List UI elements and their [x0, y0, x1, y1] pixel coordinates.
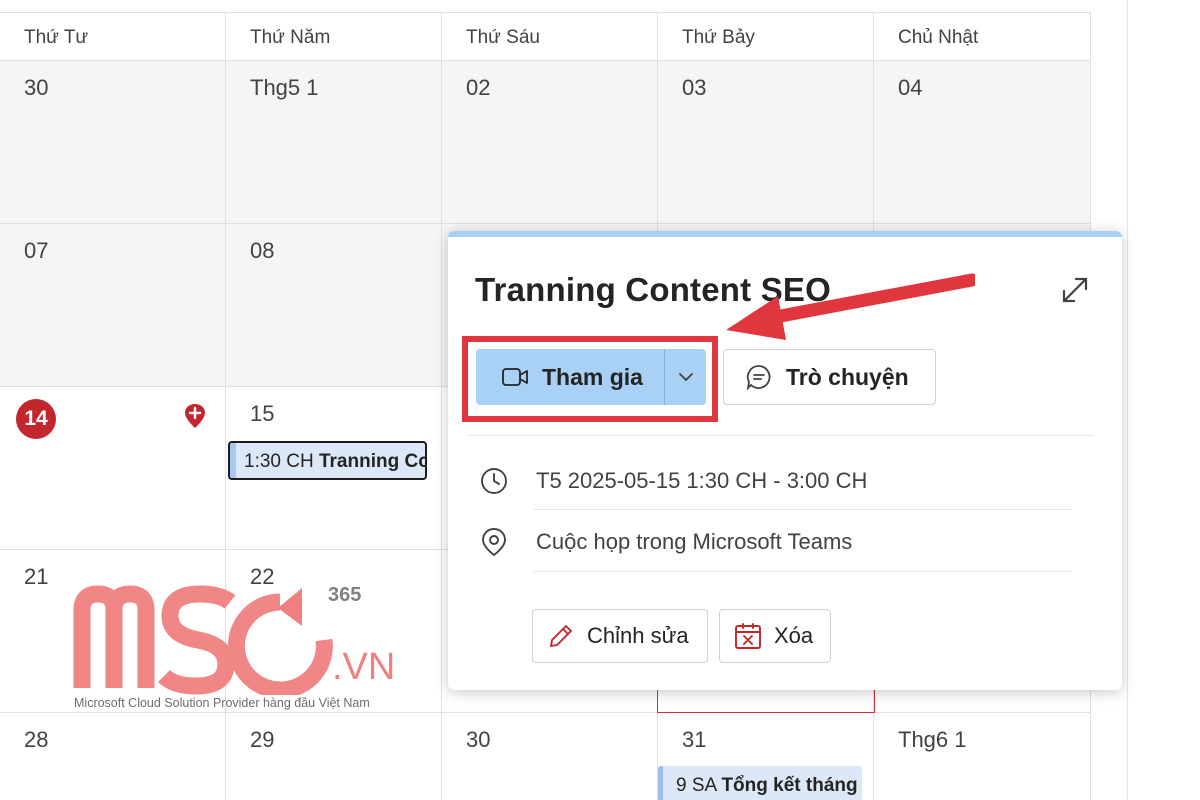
day-number: 15 [250, 401, 275, 426]
chat-label: Trò chuyện [786, 363, 909, 390]
day-cell[interactable]: 04 [874, 61, 1091, 223]
chat-button[interactable]: Trò chuyện [723, 349, 936, 405]
event-title: Tổng kết tháng [721, 775, 858, 796]
event-datetime: T5 2025-05-15 1:30 CH - 3:00 CH [536, 468, 868, 493]
day-cell-today[interactable]: 14 [0, 387, 226, 549]
event-title: Tranning Content SEO [318, 451, 425, 472]
pane-divider [1127, 0, 1128, 800]
divider [534, 509, 1072, 510]
event-time: 9 SA [676, 775, 717, 796]
event-location-row: Cuộc họp trong Microsoft Teams [480, 527, 852, 557]
day-number: 30 [24, 75, 49, 100]
event-time: 1:30 CH [244, 451, 314, 472]
day-number: 08 [250, 238, 275, 263]
day-number: 28 [24, 727, 49, 752]
clock-icon [481, 468, 507, 494]
day-cell[interactable]: 07 [0, 224, 226, 386]
weekday-header-cell: Chủ Nhật [874, 13, 1091, 61]
edit-label: Chỉnh sửa [587, 623, 689, 648]
edit-button[interactable]: Chỉnh sửa [532, 609, 708, 663]
pencil-icon [550, 625, 572, 647]
day-number: 29 [250, 727, 275, 752]
weekday-header-cell: Thứ Sáu [442, 13, 658, 61]
week-row: 28 29 30 31 Thg6 1 [0, 713, 1091, 800]
day-number: 30 [466, 727, 491, 752]
delete-button[interactable]: Xóa [719, 609, 831, 663]
day-cell[interactable]: 08 [226, 224, 442, 386]
delete-label: Xóa [774, 623, 814, 648]
location-pin-icon [482, 528, 506, 557]
day-number: 02 [466, 75, 491, 100]
event-chip-monthly-review[interactable]: 9 SA Tổng kết tháng [658, 766, 862, 800]
event-datetime-row: T5 2025-05-15 1:30 CH - 3:00 CH [480, 467, 867, 495]
weekday-header-cell: Thứ Năm [226, 13, 442, 61]
weekday-header-cell: Thứ Bảy [658, 13, 874, 61]
day-number: Thg5 1 [250, 75, 319, 100]
event-chip-training[interactable]: 1:30 CH Tranning Content SEO [228, 441, 427, 480]
day-cell[interactable]: 02 [442, 61, 658, 223]
selected-cell-outline [657, 689, 875, 713]
week-row: 30 Thg5 1 02 03 04 [0, 61, 1091, 224]
weekday-header: Thứ Tư Thứ Năm Thứ Sáu Thứ Bảy Chủ Nhật [0, 12, 1091, 61]
today-badge: 14 [16, 399, 56, 439]
watermark-suffix: .VN [332, 646, 396, 688]
day-cell[interactable]: 03 [658, 61, 874, 223]
day-number: 31 [682, 727, 707, 752]
watermark-superscript: 365 [328, 584, 362, 606]
annotation-highlight-box [462, 336, 718, 422]
mso-watermark: 365 .VN Microsoft Cloud Solution Provide… [70, 580, 410, 720]
event-location: Cuộc họp trong Microsoft Teams [536, 529, 853, 554]
day-number: 04 [898, 75, 923, 100]
day-number: 21 [24, 564, 49, 589]
day-cell[interactable]: 30 [442, 713, 658, 800]
day-number: Thg6 1 [898, 727, 967, 752]
watermark-tagline: Microsoft Cloud Solution Provider hàng đ… [74, 696, 370, 710]
day-cell[interactable]: Thg5 1 [226, 61, 442, 223]
divider [468, 435, 1094, 436]
day-number: 03 [682, 75, 707, 100]
day-cell[interactable]: 30 [0, 61, 226, 223]
day-number: 07 [24, 238, 49, 263]
day-cell[interactable]: Thg6 1 [874, 713, 1091, 800]
weekday-header-cell: Thứ Tư [0, 13, 226, 61]
expand-icon[interactable] [1060, 275, 1090, 305]
add-event-icon[interactable] [184, 403, 206, 429]
divider [534, 571, 1072, 572]
calendar-delete-icon [735, 623, 761, 649]
annotation-arrow-icon [726, 273, 975, 340]
day-cell[interactable]: 28 [0, 713, 226, 800]
day-cell[interactable]: 29 [226, 713, 442, 800]
chat-bubble-icon [746, 365, 771, 390]
mso-logo [73, 585, 333, 695]
